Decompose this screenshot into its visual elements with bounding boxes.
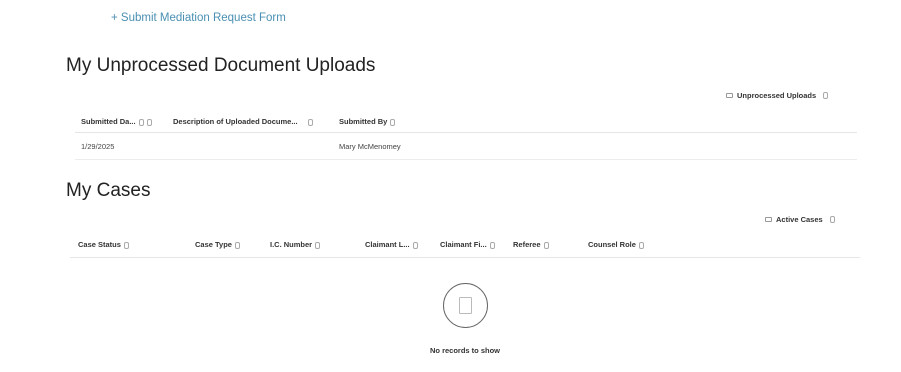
column-header-claimant-first[interactable]: Claimant Fi...: [440, 240, 495, 249]
column-actions-icon[interactable]: [146, 118, 152, 126]
list-view-icon: [726, 93, 733, 98]
document-icon: [459, 297, 472, 314]
uploads-view-label: Unprocessed Uploads: [737, 91, 817, 100]
sort-icon: [543, 241, 549, 249]
sort-icon: [390, 118, 396, 126]
chevron-down-icon: [829, 216, 835, 223]
sort-icon: [123, 241, 129, 249]
uploads-list-view-picker[interactable]: Unprocessed Uploads: [726, 91, 829, 100]
column-header-case-status[interactable]: Case Status: [78, 240, 129, 249]
list-view-icon: [765, 217, 772, 222]
column-header-submitted-by[interactable]: Submitted By: [339, 117, 396, 126]
uploads-table-header: Submitted Da... Description of Uploaded …: [75, 111, 857, 133]
sort-icon: [234, 241, 240, 249]
column-header-case-type[interactable]: Case Type: [195, 240, 240, 249]
submit-mediation-request-link[interactable]: + Submit Mediation Request Form: [111, 12, 286, 24]
sort-icon: [489, 241, 495, 249]
table-row[interactable]: 1/29/2025 Mary McMenomey: [75, 134, 857, 160]
cell-submitted-date: 1/29/2025: [81, 142, 115, 151]
column-header-submitted-date[interactable]: Submitted Da...: [81, 117, 152, 126]
cases-table-header: Case Status Case Type I.C. Number Claima…: [70, 232, 860, 258]
column-header-ic-number[interactable]: I.C. Number: [270, 240, 321, 249]
chevron-down-icon: [823, 92, 829, 99]
sort-icon: [307, 118, 313, 126]
empty-state-icon: [443, 283, 488, 328]
cell-submitted-by: Mary McMenomey: [339, 142, 401, 151]
cases-list-view-picker[interactable]: Active Cases: [765, 215, 835, 224]
cases-section-title: My Cases: [66, 180, 151, 201]
uploads-section-title: My Unprocessed Document Uploads: [66, 55, 376, 76]
sort-icon: [315, 241, 321, 249]
cases-view-label: Active Cases: [776, 215, 823, 224]
column-header-counsel-role[interactable]: Counsel Role: [588, 240, 644, 249]
column-header-referee[interactable]: Referee: [513, 240, 549, 249]
sort-icon: [412, 241, 418, 249]
column-header-description[interactable]: Description of Uploaded Docume...: [173, 117, 313, 126]
column-header-claimant-last[interactable]: Claimant L...: [365, 240, 418, 249]
sort-icon: [138, 118, 144, 126]
empty-state-text: No records to show: [429, 346, 500, 355]
sort-icon: [638, 241, 644, 249]
